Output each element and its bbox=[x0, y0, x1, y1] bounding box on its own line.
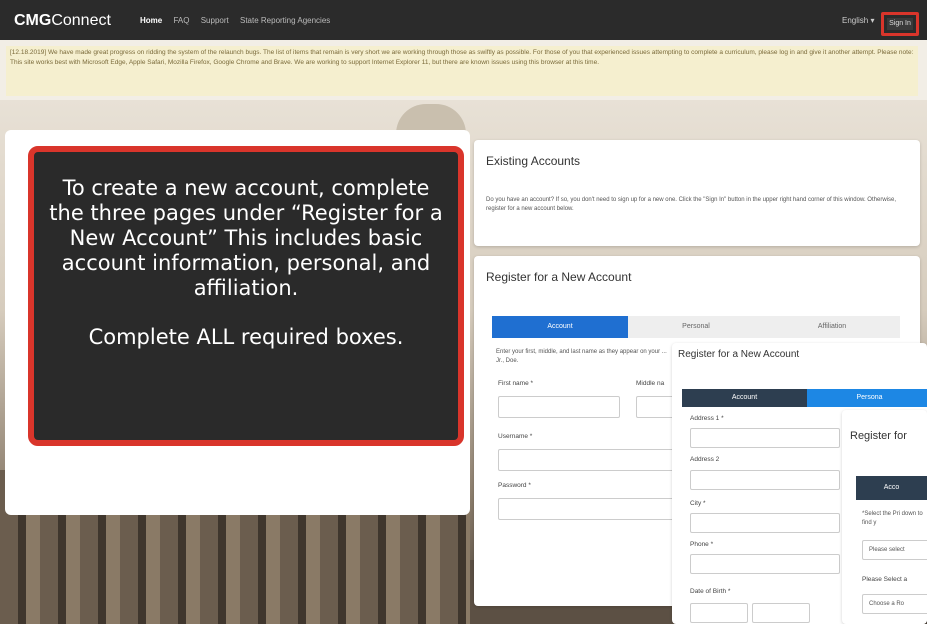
main-nav: Home FAQ Support State Reporting Agencie… bbox=[140, 16, 339, 25]
register2-tab-personal[interactable]: Persona bbox=[807, 389, 927, 407]
register2-tab-account[interactable]: Account bbox=[682, 389, 807, 407]
username-input[interactable] bbox=[498, 449, 675, 471]
brand-logo[interactable]: CMGConnect bbox=[14, 12, 111, 30]
phone-input[interactable] bbox=[690, 554, 840, 574]
tab-account[interactable]: Account bbox=[492, 316, 628, 338]
register3-select-text: *Select the Pri down to find y bbox=[862, 511, 923, 526]
middle-name-label: Middle na bbox=[636, 380, 665, 387]
brand-rest: Connect bbox=[51, 12, 111, 29]
register3-title: Register for bbox=[850, 430, 907, 442]
name-instruction: Enter your first, middle, and last name … bbox=[496, 349, 667, 364]
city-input[interactable] bbox=[690, 513, 840, 533]
existing-accounts-text: Do you have an account? If so, you don't… bbox=[486, 197, 896, 212]
password-input[interactable] bbox=[498, 498, 675, 520]
role-select[interactable]: Choose a Ro bbox=[862, 594, 927, 614]
signin-button[interactable]: Sign In bbox=[887, 18, 913, 30]
address2-label: Address 2 bbox=[690, 456, 720, 463]
first-name-label: First name * bbox=[498, 380, 534, 387]
register2-tabs: Account Persona bbox=[682, 389, 927, 407]
nav-state-reporting-agencies[interactable]: State Reporting Agencies bbox=[240, 16, 330, 25]
dob-label: Date of Birth * bbox=[690, 588, 731, 595]
existing-accounts-card: Existing Accounts Do you have an account… bbox=[474, 140, 920, 246]
tab-affiliation[interactable]: Affiliation bbox=[764, 316, 900, 338]
nav-support[interactable]: Support bbox=[201, 16, 229, 25]
top-navbar: CMGConnect Home FAQ Support State Report… bbox=[0, 0, 927, 40]
callout-sub-text: Complete ALL required boxes. bbox=[88, 325, 404, 349]
address1-label: Address 1 * bbox=[690, 415, 724, 422]
primary-select-placeholder: Please select bbox=[869, 547, 905, 553]
tab-personal[interactable]: Personal bbox=[628, 316, 764, 338]
dob-day-select[interactable] bbox=[752, 603, 810, 623]
first-name-input[interactable] bbox=[498, 396, 620, 418]
address1-input[interactable] bbox=[690, 428, 840, 448]
signin-highlight: Sign In bbox=[881, 12, 919, 36]
password-label: Password * bbox=[498, 482, 531, 489]
dob-month-select[interactable] bbox=[690, 603, 748, 623]
nav-home[interactable]: Home bbox=[140, 16, 162, 25]
register-title: Register for a New Account bbox=[486, 270, 632, 284]
language-dropdown[interactable]: English ▾ bbox=[842, 16, 874, 25]
register2-title: Register for a New Account bbox=[678, 349, 800, 360]
nav-faq[interactable]: FAQ bbox=[173, 16, 189, 25]
register3-select2-label: Please Select a bbox=[862, 576, 908, 583]
role-select-placeholder: Choose a Ro bbox=[869, 601, 905, 607]
register3-tab-account[interactable]: Acco bbox=[856, 476, 927, 500]
phone-label: Phone * bbox=[690, 541, 714, 548]
instruction-callout: To create a new account, complete the th… bbox=[28, 146, 464, 446]
callout-main-text: To create a new account, complete the th… bbox=[49, 176, 443, 300]
brand-bold: CMG bbox=[14, 12, 52, 29]
notice-banner: [12.18.2019] We have made great progress… bbox=[6, 46, 918, 96]
register-card-3: Register for Acco *Select the Pri down t… bbox=[842, 410, 927, 624]
username-label: Username * bbox=[498, 433, 533, 440]
city-label: City * bbox=[690, 500, 706, 507]
register-tabs: Account Personal Affiliation bbox=[492, 316, 900, 338]
address2-input[interactable] bbox=[690, 470, 840, 490]
primary-select[interactable]: Please select bbox=[862, 540, 927, 560]
existing-accounts-title: Existing Accounts bbox=[486, 154, 581, 168]
